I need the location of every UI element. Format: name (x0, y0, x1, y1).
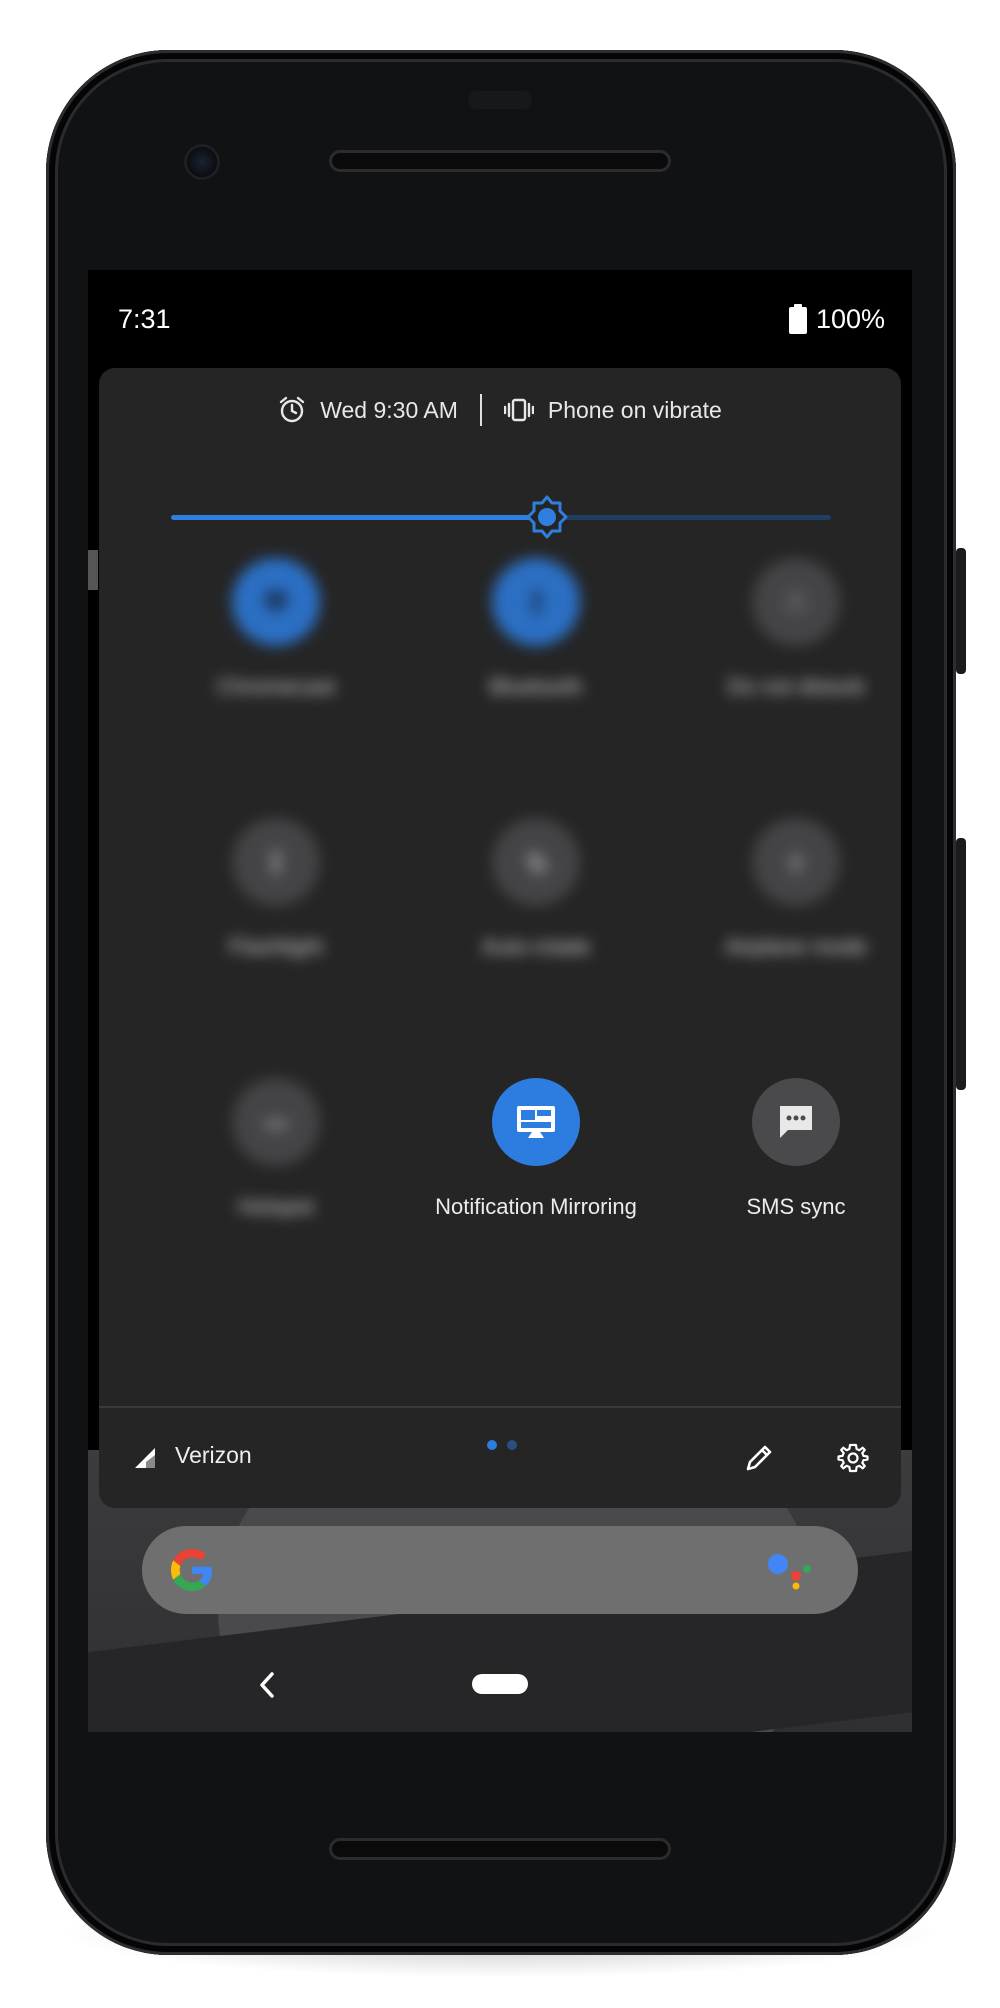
ringer-text: Phone on vibrate (547, 396, 722, 423)
power-button (956, 548, 966, 674)
next-alarm[interactable]: Wed 9:30 AM (278, 396, 458, 424)
alarm-text: Wed 9:30 AM (320, 396, 458, 423)
status-bar: 7:31 100% (88, 270, 912, 370)
battery-percent: 100% (816, 304, 886, 334)
cell-signal-icon (135, 1448, 155, 1468)
bottom-speaker-grille (329, 1838, 671, 1860)
home-pill-icon[interactable] (472, 1674, 528, 1694)
tile-label: Auto-rotate (481, 934, 591, 959)
front-camera (183, 143, 221, 181)
pencil-icon[interactable] (743, 1442, 775, 1474)
tile-label: SMS sync (746, 1194, 846, 1219)
tile-auto-rotate[interactable]: Auto-rotate (411, 818, 661, 1018)
brightness-track-empty (547, 515, 831, 520)
tile-label: Chromecast (216, 674, 336, 699)
tile-sms-sync[interactable]: SMS sync (671, 1078, 901, 1278)
tile-do-not-disturb[interactable]: Do not disturb (671, 558, 901, 758)
quick-settings-footer: Verizon (99, 1408, 901, 1508)
home-edge-handle (88, 550, 98, 590)
bluetooth-icon (492, 558, 580, 646)
gear-icon[interactable] (837, 1442, 869, 1474)
chat-bubble-icon (752, 1078, 840, 1166)
vibrate-icon (503, 398, 534, 422)
tile-airplane-mode[interactable]: Airplane mode (671, 818, 901, 1018)
tile-label: Hotspot (238, 1194, 314, 1219)
tile-flashlight[interactable]: Flashlight (151, 818, 401, 1018)
google-assistant-icon[interactable] (766, 1550, 816, 1590)
volume-rocker (956, 838, 966, 1090)
status-time: 7:31 (118, 304, 171, 334)
ringer-status[interactable]: Phone on vibrate (503, 396, 722, 424)
tile-hotspot[interactable]: Hotspot (151, 1078, 401, 1278)
quick-settings-panel: Wed 9:30 AM Phone on vibrate Chromecast … (99, 368, 901, 1508)
google-g-icon (171, 1549, 212, 1591)
tile-label: Flashlight (228, 934, 324, 959)
back-chevron-icon[interactable] (256, 1670, 278, 1700)
tile-label: Do not disturb (727, 674, 865, 699)
do-not-disturb-icon (752, 558, 840, 646)
tile-bluetooth[interactable]: Bluetooth (411, 558, 661, 758)
tile-label: Notification Mirroring (435, 1194, 637, 1219)
brightness-slider[interactable] (171, 495, 831, 539)
tile-label: Bluetooth (489, 674, 583, 699)
quick-settings-header: Wed 9:30 AM Phone on vibrate (99, 368, 901, 452)
header-divider (479, 394, 482, 426)
flashlight-icon (232, 818, 320, 906)
cast-icon (232, 558, 320, 646)
google-search-bar[interactable] (142, 1526, 858, 1614)
tile-chromecast[interactable]: Chromecast (151, 558, 401, 758)
proximity-sensor (468, 91, 532, 109)
hotspot-icon (232, 1078, 320, 1166)
tile-label: Airplane mode (725, 934, 867, 959)
top-speaker-grille (329, 150, 671, 172)
tile-notification-mirroring[interactable]: Notification Mirroring (411, 1078, 661, 1278)
brightness-track-filled (171, 515, 547, 520)
airplane-icon (752, 818, 840, 906)
battery-full-icon (789, 304, 807, 334)
carrier-name: Verizon (175, 1442, 252, 1468)
phone-screen: 7:31 100% Wed 9:30 AM Phone on vibrate C… (88, 270, 912, 1732)
alarm-clock-icon (280, 396, 305, 423)
brightness-thumb-icon[interactable] (525, 495, 569, 539)
rotate-icon (492, 818, 580, 906)
monitor-icon (492, 1078, 580, 1166)
